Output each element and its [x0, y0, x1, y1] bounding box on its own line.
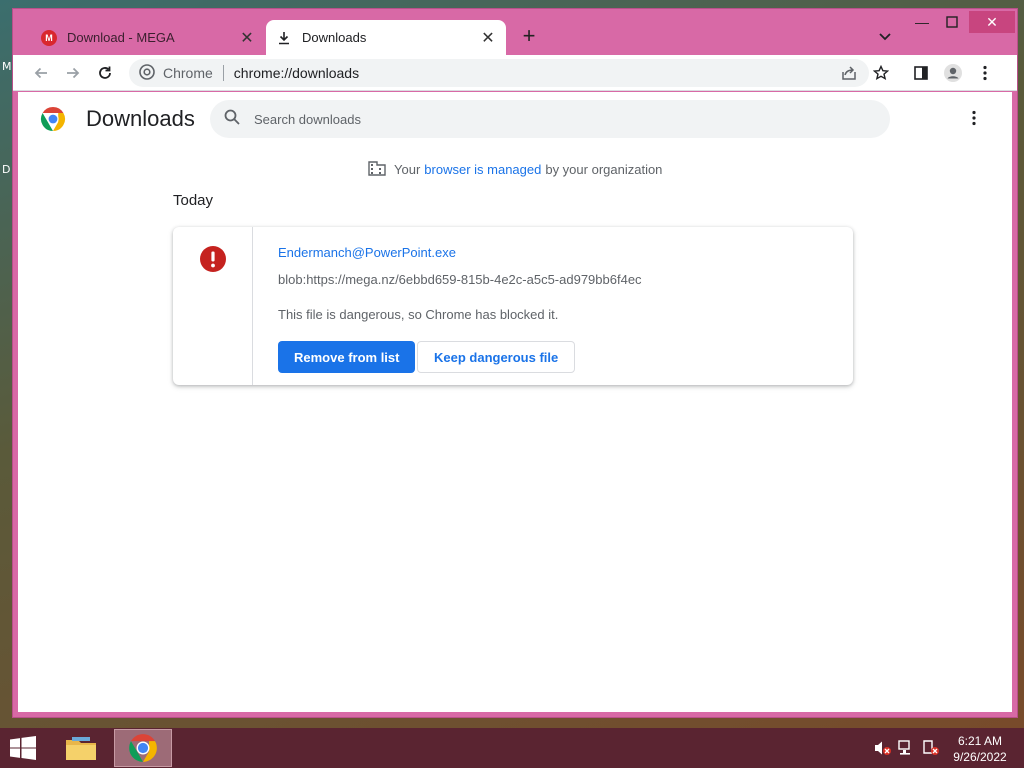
download-icon	[276, 30, 292, 46]
date-header: Today	[173, 192, 214, 209]
maximize-button[interactable]	[939, 11, 965, 33]
side-panel-icon[interactable]	[909, 61, 933, 85]
more-vert-icon[interactable]	[973, 61, 997, 85]
chrome-logo-icon	[40, 106, 66, 132]
close-tab-icon[interactable]: ✕	[239, 30, 255, 47]
tab-title: Downloads	[302, 30, 367, 45]
tab-downloads[interactable]: Downloads ✕	[266, 20, 506, 55]
url-text[interactable]: chrome://downloads	[234, 65, 359, 81]
file-icon-column	[173, 227, 253, 385]
file-url: blob:https://mega.nz/6ebbd659-815b-4e2c-…	[278, 272, 642, 287]
chrome-taskbar-icon[interactable]	[114, 729, 172, 767]
tab-download-mega[interactable]: M Download - MEGA ✕	[31, 20, 265, 55]
volume-muted-icon[interactable]	[874, 740, 892, 756]
star-icon[interactable]	[869, 61, 893, 85]
network-icon[interactable]	[898, 740, 916, 756]
close-tab-icon[interactable]: ✕	[480, 30, 496, 47]
downloads-page: Downloads Your browser is managed by you…	[18, 92, 1012, 712]
system-clock[interactable]: 6:21 AM 9/26/2022	[946, 733, 1014, 765]
managed-prefix: Your	[394, 162, 421, 177]
browser-toolbar: Chrome chrome://downloads	[13, 55, 1017, 91]
more-vert-icon[interactable]	[962, 106, 986, 130]
download-item: Endermanch@PowerPoint.exe blob:https://m…	[173, 227, 853, 385]
managed-suffix: by your organization	[545, 162, 663, 177]
mega-icon: M	[41, 29, 57, 46]
search-icon	[224, 109, 240, 130]
chevron-down-icon[interactable]	[877, 28, 893, 44]
browser-window: M Download - MEGA ✕ Downloads ✕ + — ✕ Ch…	[12, 8, 1018, 718]
file-explorer-icon[interactable]	[52, 729, 110, 767]
minimize-button[interactable]: —	[909, 11, 935, 33]
keep-dangerous-file-button[interactable]: Keep dangerous file	[417, 341, 576, 373]
profile-avatar-icon[interactable]	[941, 61, 965, 85]
divider	[222, 65, 224, 81]
managed-notice: Your browser is managed by your organiza…	[368, 160, 662, 179]
remove-from-list-button[interactable]: Remove from list	[278, 341, 416, 373]
share-icon[interactable]	[837, 61, 861, 85]
building-icon	[368, 160, 386, 179]
forward-arrow-icon[interactable]	[61, 61, 85, 85]
search-box[interactable]	[210, 100, 890, 138]
tab-strip: M Download - MEGA ✕ Downloads ✕ + — ✕	[13, 9, 1017, 55]
file-name-link[interactable]: Endermanch@PowerPoint.exe	[278, 245, 456, 260]
taskbar: 6:21 AM 9/26/2022	[0, 728, 1024, 768]
new-tab-button[interactable]: +	[517, 25, 541, 49]
windows-start-icon[interactable]	[8, 736, 38, 760]
clock-time: 6:21 AM	[957, 734, 1003, 748]
search-input[interactable]	[254, 111, 814, 127]
address-bar[interactable]: Chrome chrome://downloads	[129, 59, 869, 87]
file-status: This file is dangerous, so Chrome has bl…	[278, 307, 559, 322]
page-title: Downloads	[86, 106, 195, 131]
danger-icon	[199, 245, 227, 273]
tab-title: Download - MEGA	[67, 30, 175, 45]
close-window-button[interactable]: ✕	[969, 11, 1015, 33]
managed-link[interactable]: browser is managed	[424, 162, 541, 177]
action-center-icon[interactable]	[922, 740, 940, 756]
chrome-icon	[139, 63, 155, 83]
desktop-glyph: M	[2, 60, 12, 73]
site-chip: Chrome	[163, 65, 213, 81]
clock-date: 9/26/2022	[953, 750, 1007, 764]
reload-icon[interactable]	[93, 61, 117, 85]
back-arrow-icon[interactable]	[29, 61, 53, 85]
desktop-glyph: D	[2, 163, 11, 176]
